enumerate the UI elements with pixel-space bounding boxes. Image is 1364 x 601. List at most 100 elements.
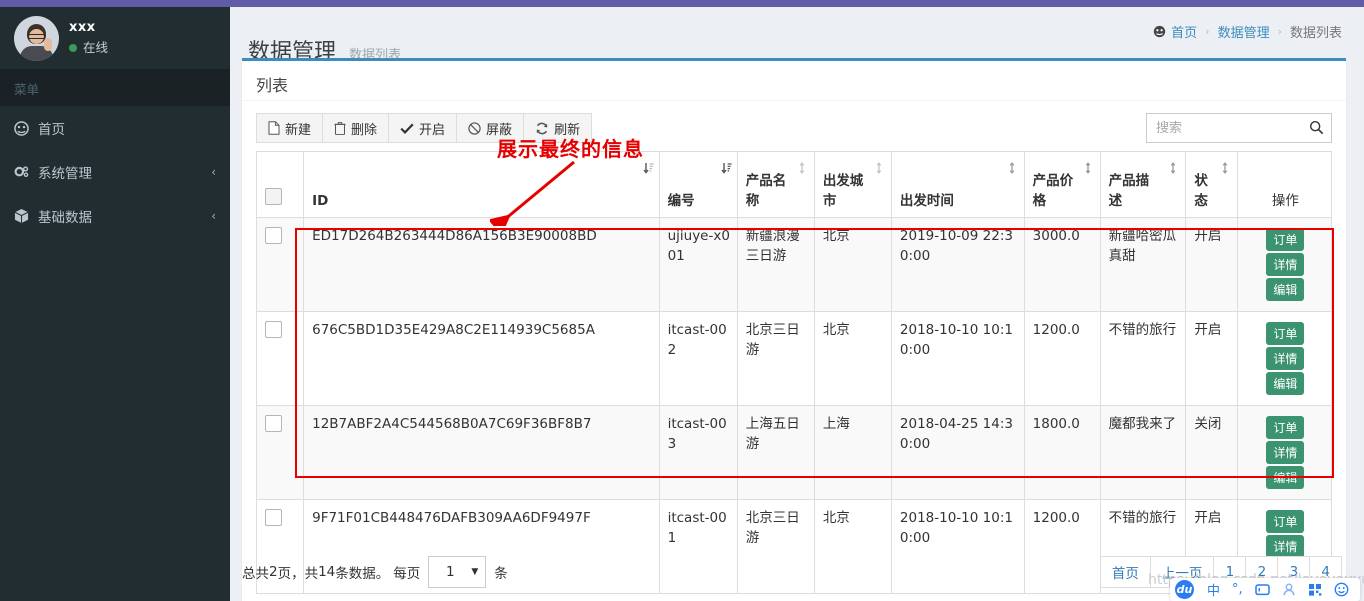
avatar [14,15,59,61]
person-icon[interactable] [1282,583,1296,596]
cell-code: ujiuye-x001 [658,217,738,312]
smiley-icon[interactable] [1334,582,1349,597]
edit-button[interactable]: 编辑 [1266,278,1305,301]
sort-icon[interactable] [1009,162,1019,176]
table-row[interactable]: ED17D264B263444D86A156B3E90008BD ujiuye-… [255,217,1333,312]
cell-description: 不错的旅行 [1099,311,1187,406]
cell-description: 魔都我来了 [1099,405,1187,500]
edit-button[interactable]: 编辑 [1266,372,1305,395]
dashboard-icon [1153,25,1166,38]
arrow-down-left-icon [488,158,580,236]
th-label: 产品描述 [1108,173,1150,209]
sidebar-item-label: 系统管理 [38,166,92,182]
breadcrumb-current: 数据列表 [1289,26,1342,41]
user-name: xxx [69,20,96,36]
box-body: 新建 删除 开启 屏蔽 刷新 搜索 ID 编号 产品名称 出发城市 出发时间 产… [242,101,1346,601]
per-page-unit: 条 [494,566,508,582]
table-row[interactable]: 12B7ABF2A4C544568B0A7C69F36BF8B7 itcast-… [255,405,1333,500]
sidebar-item-label: 首页 [38,122,65,138]
search-input[interactable] [1146,113,1332,143]
new-button[interactable]: 新建 [256,113,323,143]
row-checkbox[interactable] [265,227,282,244]
cell-operations: 订单详情编辑 [1236,405,1333,500]
cell-price: 1200.0 [1023,311,1101,406]
breadcrumb-separator: › [1277,25,1282,38]
order-button[interactable]: 订单 [1266,510,1305,533]
sidebar-user-panel[interactable]: xxx 在线 [0,7,230,69]
row-checkbox[interactable] [265,415,282,432]
order-button[interactable]: 订单 [1266,322,1305,345]
detail-button[interactable]: 详情 [1266,441,1305,464]
th-price[interactable]: 产品价格 [1023,151,1101,218]
th-label: 出发时间 [899,193,954,209]
select-all-checkbox[interactable] [265,188,282,205]
sort-icon[interactable] [1085,162,1095,176]
breadcrumb-home[interactable]: 首页 [1171,22,1197,41]
sort-icon[interactable] [876,162,886,176]
sort-icon[interactable] [643,162,654,177]
page-first-button[interactable]: 首页 [1099,556,1150,588]
punctuation-icon[interactable]: °, [1232,582,1243,597]
chevron-left-icon: ‹ [211,209,216,223]
table-body: ED17D264B263444D86A156B3E90008BD ujiuye-… [255,217,1333,594]
sidebar-item-label: 基础数据 [38,210,92,226]
cell-id: 12B7ABF2A4C544568B0A7C69F36BF8B7 [303,405,660,500]
th-state[interactable]: 状态 [1185,151,1238,218]
cell-state: 开启 [1185,311,1238,406]
baidu-ime-logo-icon[interactable]: du [1175,580,1194,599]
main-topbar-accent [230,0,1364,7]
cell-city: 上海 [813,405,892,500]
order-button[interactable]: 订单 [1266,416,1305,439]
box-title: 列表 [242,61,1346,101]
th-code[interactable]: 编号 [658,151,738,218]
sort-icon[interactable] [1222,162,1232,176]
detail-button[interactable]: 详情 [1266,253,1305,276]
detail-button[interactable]: 详情 [1266,347,1305,370]
row-checkbox[interactable] [265,321,282,338]
breadcrumb-separator: › [1205,25,1210,38]
row-select-cell[interactable] [255,405,305,500]
keyboard-icon[interactable] [1254,583,1270,596]
ime-toolbar[interactable]: du 中 °, [1170,578,1360,601]
th-label: ID [312,193,329,209]
sidebar-item-system-management[interactable]: 系统管理 ‹ [0,150,230,194]
online-status-dot [69,44,77,53]
chinese-mode-icon[interactable]: 中 [1207,580,1220,599]
row-select-cell[interactable] [255,311,305,406]
total-pages: 2 [269,564,278,580]
row-checkbox[interactable] [265,509,282,526]
cell-price: 3000.0 [1023,217,1101,312]
th-select-all[interactable] [255,151,305,218]
gears-icon [14,165,36,180]
sidebar-item-home[interactable]: 首页 [0,106,230,150]
th-departure-city[interactable]: 出发城市 [813,151,892,218]
order-button[interactable]: 订单 [1266,228,1305,251]
cell-code: itcast-003 [658,405,738,500]
data-table: ID 编号 产品名称 出发城市 出发时间 产品价格 产品描述 状态 操作 ED1… [255,151,1333,594]
cell-product-name: 北京三日游 [736,311,815,406]
ban-icon [468,121,481,135]
cell-time: 2018-10-10 10:10:00 [890,311,1025,406]
toolbox-grid-icon[interactable] [1308,583,1322,596]
summary-mid: 页，共 [277,566,319,582]
detail-button[interactable]: 详情 [1266,535,1305,558]
th-product-name[interactable]: 产品名称 [736,151,815,218]
th-departure-time[interactable]: 出发时间 [890,151,1025,218]
delete-button[interactable]: 删除 [322,113,389,143]
search-top [1146,113,1332,143]
breadcrumb-level2[interactable]: 数据管理 [1218,22,1270,41]
th-description[interactable]: 产品描述 [1099,151,1187,218]
table-row[interactable]: 676C5BD1D35E429A8C2E114939C5685A itcast-… [255,311,1333,406]
row-select-cell[interactable] [255,217,305,312]
table-header-row: ID 编号 产品名称 出发城市 出发时间 产品价格 产品描述 状态 操作 [255,151,1333,218]
enable-button[interactable]: 开启 [388,113,457,143]
per-page-select[interactable]: 1 ▼ [428,556,487,588]
sidebar-topbar-accent [0,0,230,7]
chevron-down-icon: ▼ [471,567,479,577]
sort-icon[interactable] [799,162,809,176]
sidebar-item-basic-data[interactable]: 基础数据 ‹ [0,194,230,238]
sort-icon[interactable] [721,162,732,177]
sort-icon[interactable] [1170,162,1180,176]
list-box: 列表 新建 删除 开启 屏蔽 刷新 搜索 ID 编号 产品名称 出发城市 出发时… [242,58,1346,601]
edit-button[interactable]: 编辑 [1266,466,1305,489]
